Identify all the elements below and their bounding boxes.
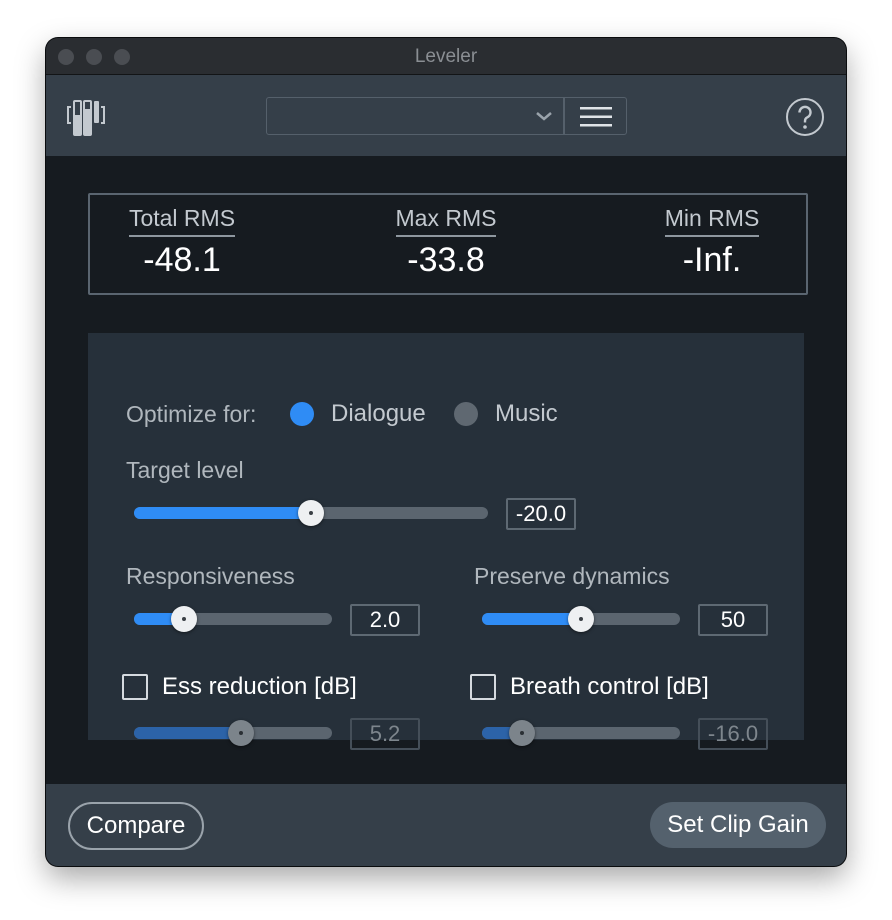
leveler-window: Leveler Total RMS -48.1 Max RMS -33.8 Mi… xyxy=(46,38,846,866)
help-icon[interactable] xyxy=(785,97,825,137)
music-radio-label[interactable]: Music xyxy=(495,400,558,428)
breath-control-label[interactable]: Breath control [dB] xyxy=(510,673,709,701)
preset-dropdown[interactable] xyxy=(266,97,564,135)
slider-thumb[interactable] xyxy=(568,606,594,632)
slider-thumb[interactable] xyxy=(298,500,324,526)
min-rms-meter: Min RMS -Inf. xyxy=(622,195,802,293)
settings-panel: Optimize for: Dialogue Music Target leve… xyxy=(88,333,804,750)
responsiveness-value[interactable]: 2.0 xyxy=(350,604,420,636)
min-rms-label: Min RMS xyxy=(664,195,760,237)
breath-control-checkbox[interactable] xyxy=(470,674,496,700)
slider-fill xyxy=(134,727,241,739)
total-rms-meter: Total RMS -48.1 xyxy=(90,195,274,293)
compare-button[interactable]: Compare xyxy=(68,802,204,850)
rms-meters: Total RMS -48.1 Max RMS -33.8 Min RMS -I… xyxy=(88,193,808,295)
preserve-dynamics-value[interactable]: 50 xyxy=(698,604,768,636)
min-rms-value: -Inf. xyxy=(682,241,742,279)
chevron-down-icon xyxy=(535,109,553,123)
slider-fill xyxy=(134,507,311,519)
max-rms-label: Max RMS xyxy=(395,195,497,237)
slider-thumb[interactable] xyxy=(171,606,197,632)
music-radio[interactable] xyxy=(454,402,478,426)
preserve-dynamics-slider[interactable] xyxy=(482,605,680,633)
window-title: Leveler xyxy=(414,46,478,67)
optimize-for-label: Optimize for: xyxy=(126,401,257,427)
max-rms-value: -33.8 xyxy=(407,241,485,279)
title-bar: Leveler xyxy=(46,38,846,75)
responsiveness-label: Responsiveness xyxy=(126,563,295,589)
preset-menu-button[interactable] xyxy=(564,97,627,135)
dialogue-radio[interactable] xyxy=(290,402,314,426)
slider-fill xyxy=(482,613,581,625)
total-rms-label: Total RMS xyxy=(128,195,236,237)
ess-reduction-value[interactable]: 5.2 xyxy=(350,718,420,750)
set-clip-gain-button[interactable]: Set Clip Gain xyxy=(650,802,826,848)
total-rms-value: -48.1 xyxy=(143,241,221,279)
responsiveness-slider[interactable] xyxy=(134,605,332,633)
ess-reduction-slider[interactable] xyxy=(134,719,332,747)
slider-thumb[interactable] xyxy=(228,720,254,746)
leveler-logo-icon xyxy=(66,97,106,137)
preserve-dynamics-label: Preserve dynamics xyxy=(474,563,670,589)
breath-control-value[interactable]: -16.0 xyxy=(698,718,768,750)
target-level-label: Target level xyxy=(126,457,244,483)
target-level-value[interactable]: -20.0 xyxy=(506,498,576,530)
dialogue-radio-label[interactable]: Dialogue xyxy=(331,400,426,428)
max-rms-meter: Max RMS -33.8 xyxy=(356,195,536,293)
ess-reduction-label[interactable]: Ess reduction [dB] xyxy=(162,673,357,701)
target-level-slider[interactable] xyxy=(134,499,488,527)
slider-thumb[interactable] xyxy=(509,720,535,746)
hamburger-menu-icon xyxy=(580,107,612,127)
toolbar xyxy=(46,75,846,156)
breath-control-slider[interactable] xyxy=(482,719,680,747)
footer-bar: Compare Set Clip Gain xyxy=(46,784,846,866)
ess-reduction-checkbox[interactable] xyxy=(122,674,148,700)
